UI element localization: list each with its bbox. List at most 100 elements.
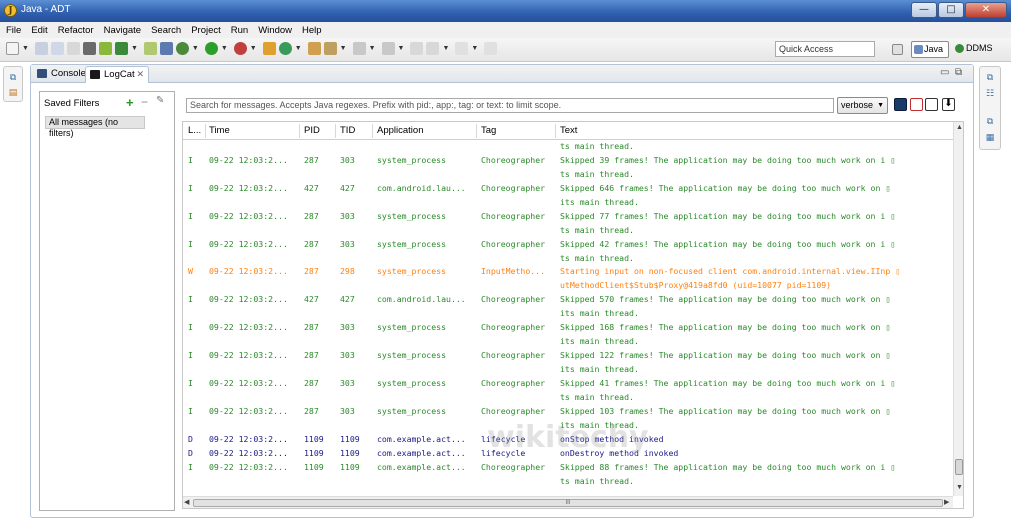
menu-run[interactable]: Run	[231, 25, 248, 36]
column-time[interactable]: Time	[209, 125, 230, 136]
remove-filter-icon[interactable]: −	[141, 95, 148, 109]
close-button[interactable]: ✕	[965, 2, 1007, 18]
table-row[interactable]: I 09-22 12:03:2... 287 303 system_process Cho…	[183, 322, 953, 336]
log-level-select[interactable]: verbose ▼	[837, 97, 888, 114]
column-tid[interactable]: TID	[340, 125, 355, 136]
scroll-left-icon[interactable]: ◀	[184, 498, 189, 506]
menu-file[interactable]: File	[6, 25, 21, 36]
quick-access-field[interactable]: Quick Access	[775, 41, 875, 57]
restore-icon[interactable]: ⧉	[985, 73, 995, 83]
table-row[interactable]: ts main thread.	[183, 141, 953, 155]
maximize-view-icon[interactable]: ⧉	[955, 67, 962, 78]
minimize-view-icon[interactable]: ▭	[940, 67, 949, 78]
perspective-java[interactable]: Java	[911, 41, 949, 58]
tab-console[interactable]: Console	[33, 66, 86, 83]
forward-icon[interactable]	[455, 42, 469, 55]
table-row[interactable]: I 09-22 12:03:2... 287 303 system_process Cho…	[183, 350, 953, 364]
search-icon[interactable]	[323, 42, 337, 55]
log-time-cell: 09-22 12:03:2...	[209, 377, 288, 388]
external-tools-icon[interactable]	[233, 42, 247, 55]
table-row[interactable]: ts main thread.	[183, 225, 953, 239]
next-annotation-icon[interactable]	[352, 42, 366, 55]
save-log-icon[interactable]	[894, 98, 907, 111]
scroll-up-icon[interactable]: ▲	[956, 124, 963, 131]
run-icon[interactable]	[204, 42, 218, 55]
edit-filter-icon[interactable]: ✎	[156, 95, 164, 106]
menu-help[interactable]: Help	[302, 25, 322, 36]
toolbar-icons: ▼ ▼ ▼ ▼ ▼ ▼ ▼ ▼ ▼ ▼ ▼	[6, 42, 498, 55]
horizontal-scroll-thumb[interactable]: III	[193, 499, 943, 507]
menu-navigate[interactable]: Navigate	[104, 25, 142, 36]
skip-breakpoints-icon[interactable]	[159, 42, 173, 55]
sdk-manager-icon[interactable]	[82, 42, 96, 55]
table-row[interactable]: utMethodClient$Stub$Proxy@419a8fd0 (uid=…	[183, 280, 953, 294]
open-type-icon[interactable]	[307, 42, 321, 55]
search-input[interactable]: Search for messages. Accepts Java regexe…	[186, 98, 834, 113]
pin-editor-icon[interactable]	[484, 42, 498, 55]
table-row[interactable]: I 09-22 12:03:2... 427 427 com.android.lau..…	[183, 183, 953, 197]
column-application[interactable]: Application	[377, 125, 423, 136]
table-row[interactable]: I 09-22 12:03:2... 287 303 system_process Cho…	[183, 155, 953, 169]
scroll-right-icon[interactable]: ▶	[944, 498, 949, 506]
table-row[interactable]: I 09-22 12:03:2... 427 427 com.android.lau..…	[183, 294, 953, 308]
minimize-button[interactable]: —	[911, 2, 937, 18]
back-icon[interactable]	[426, 42, 440, 55]
table-row[interactable]: its main thread.	[183, 336, 953, 350]
menu-edit[interactable]: Edit	[31, 25, 47, 36]
menu-window[interactable]: Window	[258, 25, 292, 36]
filter-item-all-messages[interactable]: All messages (no filters)	[45, 116, 145, 138]
avd-manager-icon[interactable]	[98, 42, 112, 55]
column-tag[interactable]: Tag	[481, 125, 496, 136]
scroll-lock-icon[interactable]: ⬇	[942, 98, 955, 111]
menu-search[interactable]: Search	[151, 25, 181, 36]
restore-icon[interactable]: ⧉	[985, 117, 995, 127]
maximize-button[interactable]: □	[938, 2, 964, 18]
horizontal-scrollbar[interactable]: ◀ III ▶	[183, 496, 953, 508]
new-java-class-icon[interactable]	[278, 42, 292, 55]
table-row[interactable]: I 09-22 12:03:2... 287 303 system_process Cho…	[183, 211, 953, 225]
toggle-filters-icon[interactable]	[925, 98, 938, 111]
scroll-down-icon[interactable]: ▼	[956, 484, 963, 491]
table-row[interactable]: I 09-22 12:03:2... 287 303 system_process Cho…	[183, 378, 953, 392]
table-row[interactable]: its main thread.	[183, 308, 953, 322]
print-icon[interactable]	[66, 42, 80, 55]
lint-icon[interactable]	[114, 42, 128, 55]
close-tab-icon[interactable]: ✕	[136, 67, 144, 82]
debug-icon[interactable]	[175, 42, 189, 55]
menu-project[interactable]: Project	[191, 25, 221, 36]
task-list-icon[interactable]: ▦	[985, 133, 995, 143]
new-icon[interactable]	[6, 42, 19, 55]
tab-logcat[interactable]: LogCat ✕	[85, 66, 149, 83]
add-filter-icon[interactable]: +	[126, 95, 134, 110]
restore-icon[interactable]: ⧉	[8, 73, 18, 83]
save-all-icon[interactable]	[50, 42, 64, 55]
column-level[interactable]: L...	[188, 125, 201, 136]
table-row[interactable]: its main thread.	[183, 364, 953, 378]
table-row[interactable]: I 09-22 12:03:2... 287 303 system_process Cho…	[183, 406, 953, 420]
table-row[interactable]: I 09-22 12:03:2... 287 303 system_process Cho…	[183, 239, 953, 253]
previous-annotation-icon[interactable]	[381, 42, 395, 55]
vertical-scrollbar[interactable]: ▲ ▼	[953, 122, 963, 496]
table-row[interactable]: its main thread.	[183, 197, 953, 211]
new-java-package-icon[interactable]	[262, 42, 276, 55]
last-edit-icon[interactable]	[410, 42, 424, 55]
table-row[interactable]: ts main thread.	[183, 392, 953, 406]
vertical-scroll-thumb[interactable]	[955, 459, 963, 475]
table-row[interactable]: ts main thread.	[183, 476, 953, 490]
table-row[interactable]: W 09-22 12:03:2... 287 298 system_process Inp…	[183, 266, 953, 280]
outline-icon[interactable]: ☷	[985, 89, 995, 99]
save-icon[interactable]	[34, 42, 48, 55]
open-perspective-icon[interactable]	[892, 44, 903, 55]
table-row[interactable]: ts main thread.	[183, 253, 953, 267]
package-explorer-icon[interactable]: ▤	[8, 88, 18, 98]
android-project-icon[interactable]	[143, 42, 157, 55]
clear-log-icon[interactable]	[910, 98, 923, 111]
log-level-cell: I	[188, 294, 193, 305]
table-row[interactable]: ts main thread.	[183, 169, 953, 183]
column-pid[interactable]: PID	[304, 125, 320, 136]
column-text[interactable]: Text	[560, 125, 577, 136]
table-row[interactable]: I 09-22 12:03:2... 1109 1109 com.example.act…	[183, 462, 953, 476]
menu-refactor[interactable]: Refactor	[58, 25, 94, 36]
log-text-cell: Skipped 77 frames! The application may b…	[560, 210, 896, 221]
perspective-ddms[interactable]: DDMS	[953, 41, 1001, 58]
